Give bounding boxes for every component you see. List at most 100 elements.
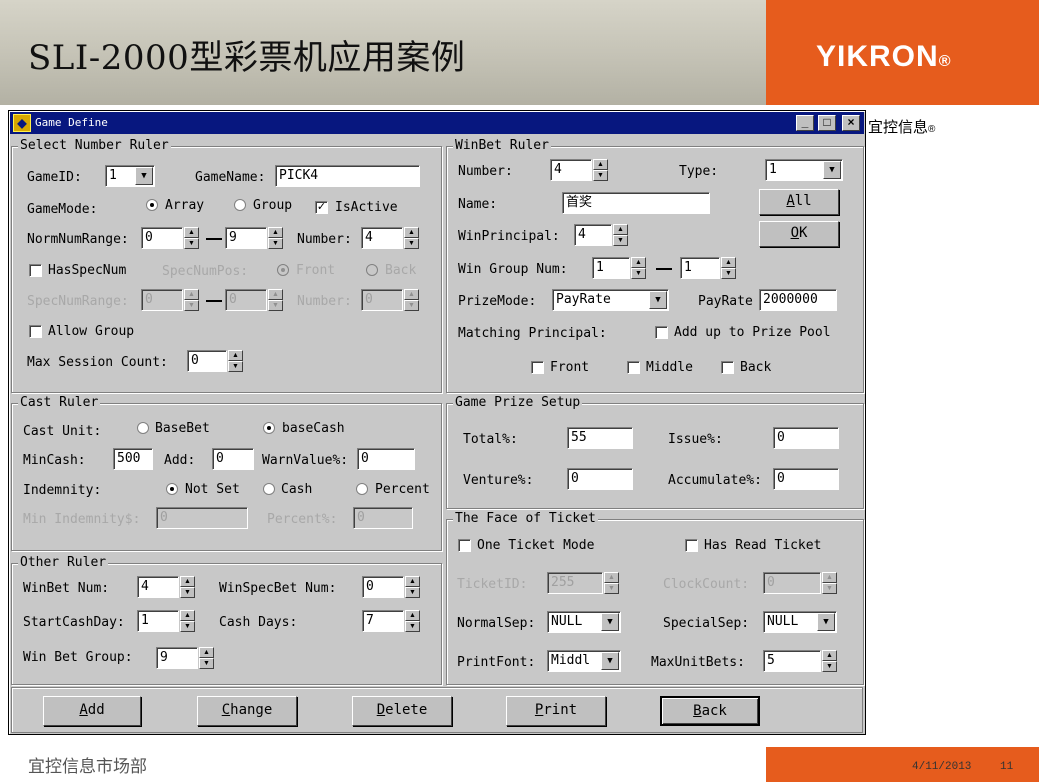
spec-from-spinner[interactable]: ▲ ▼ <box>184 289 199 311</box>
add-button[interactable]: Add <box>43 696 141 726</box>
win-group-to-spinner[interactable]: ▲ ▼ <box>721 257 736 279</box>
back-checkbox[interactable] <box>721 361 734 374</box>
win-bet-group-input[interactable]: 9 <box>156 647 198 669</box>
all-button[interactable]: All <box>759 189 839 215</box>
is-active-checkbox[interactable]: ✓ <box>315 201 328 214</box>
cash-days-input[interactable]: 7 <box>362 610 404 632</box>
percent-radio[interactable] <box>356 483 368 495</box>
clock-count-spinner[interactable]: ▲ ▼ <box>822 572 837 594</box>
mode-group-radio[interactable] <box>234 199 246 211</box>
base-cash-radio[interactable] <box>263 422 275 434</box>
name-label: Name: <box>458 197 498 212</box>
back-label: Back <box>740 360 772 375</box>
winspec-bet-num-label: WinSpecBet Num: <box>219 581 337 596</box>
spec-to-spinner[interactable]: ▲ ▼ <box>268 289 283 311</box>
start-cash-day-spinner[interactable]: ▲ ▼ <box>180 610 195 632</box>
print-button[interactable]: Print <box>506 696 606 726</box>
number-input[interactable]: 4 <box>361 227 403 249</box>
normal-sep-select[interactable]: NULL ▼ <box>547 611 621 633</box>
ticket-id-input[interactable]: 255 <box>547 572 603 594</box>
prize-mode-select[interactable]: PayRate ▼ <box>552 289 669 311</box>
start-cash-day-input[interactable]: 1 <box>137 610 179 632</box>
chevron-down-icon[interactable]: ▼ <box>649 291 667 309</box>
cash-days-spinner[interactable]: ▲ ▼ <box>405 610 420 632</box>
winbet-number-spinner[interactable]: ▲ ▼ <box>593 159 608 181</box>
slide-header: SLI-2000型彩票机应用案例 <box>0 0 766 105</box>
win-bet-group-spinner[interactable]: ▲ ▼ <box>199 647 214 669</box>
not-set-radio[interactable] <box>166 483 178 495</box>
mode-array-radio[interactable] <box>146 199 158 211</box>
has-read-ticket-checkbox[interactable] <box>685 539 698 552</box>
spec-back-radio[interactable] <box>366 264 378 276</box>
win-group-from-input[interactable]: 1 <box>592 257 630 279</box>
norm-from-spinner[interactable]: ▲ ▼ <box>184 227 199 249</box>
spec-from-input[interactable]: 0 <box>141 289 183 311</box>
spec-front-radio[interactable] <box>277 264 289 276</box>
win-principal-input[interactable]: 4 <box>574 224 612 246</box>
payrate-input[interactable]: 2000000 <box>759 289 837 311</box>
special-sep-select[interactable]: NULL ▼ <box>763 611 837 633</box>
maximize-button[interactable]: □ <box>818 115 836 131</box>
middle-checkbox[interactable] <box>627 361 640 374</box>
percent-pct-input[interactable]: 0 <box>353 507 413 529</box>
delete-button[interactable]: Delete <box>352 696 452 726</box>
front-checkbox[interactable] <box>531 361 544 374</box>
winspec-bet-num-input[interactable]: 0 <box>362 576 404 598</box>
print-font-select[interactable]: Middl ▼ <box>547 650 621 672</box>
win-principal-spinner[interactable]: ▲ ▼ <box>613 224 628 246</box>
title-bar[interactable]: ◆ Game Define _ □ × <box>10 112 864 134</box>
ok-button[interactable]: OK <box>759 221 839 247</box>
norm-from-input[interactable]: 0 <box>141 227 183 249</box>
spec-number-input[interactable]: 0 <box>361 289 403 311</box>
number-spinner[interactable]: ▲ ▼ <box>404 227 419 249</box>
chevron-down-icon[interactable]: ▼ <box>601 613 619 631</box>
max-session-spinner[interactable]: ▲ ▼ <box>228 350 243 372</box>
spec-number-spinner[interactable]: ▲ ▼ <box>404 289 419 311</box>
app-icon[interactable]: ◆ <box>13 114 31 132</box>
total-input[interactable]: 55 <box>567 427 633 449</box>
max-unit-bets-input[interactable]: 5 <box>763 650 821 672</box>
payrate-label: PayRate <box>698 294 753 309</box>
close-button[interactable]: × <box>842 115 860 131</box>
chevron-down-icon[interactable]: ▼ <box>601 652 619 670</box>
game-id-select[interactable]: 1 ▼ <box>105 165 155 187</box>
win-group-from-spinner[interactable]: ▲ ▼ <box>631 257 646 279</box>
clock-count-input[interactable]: 0 <box>763 572 821 594</box>
cash-radio[interactable] <box>263 483 275 495</box>
winbet-num-input[interactable]: 4 <box>137 576 179 598</box>
has-spec-num-checkbox[interactable] <box>29 264 42 277</box>
game-name-input[interactable]: PICK4 <box>275 165 420 187</box>
add-up-prize-pool-checkbox[interactable] <box>655 326 668 339</box>
base-bet-radio[interactable] <box>137 422 149 434</box>
type-select[interactable]: 1 ▼ <box>765 159 843 181</box>
minimize-button[interactable]: _ <box>796 115 814 131</box>
winbet-num-spinner[interactable]: ▲ ▼ <box>180 576 195 598</box>
has-spec-num-label: HasSpecNum <box>48 263 127 278</box>
issue-input[interactable]: 0 <box>773 427 839 449</box>
chevron-down-icon[interactable]: ▼ <box>817 613 835 631</box>
max-session-input[interactable]: 0 <box>187 350 227 372</box>
spec-back-label: Back <box>385 263 417 278</box>
slide-title: SLI-2000型彩票机应用案例 <box>28 38 466 78</box>
venture-input[interactable]: 0 <box>567 468 633 490</box>
chevron-down-icon[interactable]: ▼ <box>823 161 841 179</box>
change-button[interactable]: Change <box>197 696 297 726</box>
norm-to-spinner[interactable]: ▲ ▼ <box>268 227 283 249</box>
min-indemnity-input[interactable]: 0 <box>156 507 248 529</box>
ticket-id-spinner[interactable]: ▲ ▼ <box>604 572 619 594</box>
min-cash-input[interactable]: 500 <box>113 448 153 470</box>
allow-group-checkbox[interactable] <box>29 325 42 338</box>
one-ticket-mode-checkbox[interactable] <box>458 539 471 552</box>
winspec-bet-num-spinner[interactable]: ▲ ▼ <box>405 576 420 598</box>
name-input[interactable]: 首奖 <box>562 192 710 214</box>
norm-to-input[interactable]: 9 <box>225 227 267 249</box>
chevron-down-icon[interactable]: ▼ <box>135 167 153 185</box>
add-input[interactable]: 0 <box>212 448 254 470</box>
max-unit-bets-spinner[interactable]: ▲ ▼ <box>822 650 837 672</box>
back-button[interactable]: Back <box>660 696 760 726</box>
spec-to-input[interactable]: 0 <box>225 289 267 311</box>
accumulate-input[interactable]: 0 <box>773 468 839 490</box>
warn-value-input[interactable]: 0 <box>357 448 415 470</box>
winbet-number-input[interactable]: 4 <box>550 159 592 181</box>
win-group-to-input[interactable]: 1 <box>680 257 720 279</box>
